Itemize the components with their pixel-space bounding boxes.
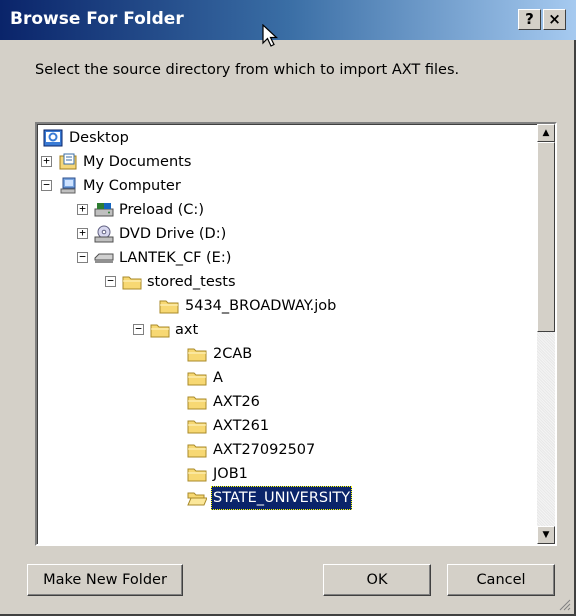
tree-item-label: LANTEK_CF (E:) — [119, 250, 232, 266]
expand-toggle[interactable]: + — [41, 155, 52, 167]
collapse-toggle[interactable]: − — [105, 275, 116, 287]
tree-item-lantek-cf-e[interactable]: − LANTEK_CF (E:) — [77, 246, 233, 270]
collapse-toggle[interactable]: − — [77, 251, 88, 263]
tree-item-desktop[interactable]: Desktop — [41, 126, 131, 150]
mouse-pointer-icon — [262, 24, 279, 47]
tree-item-label: DVD Drive (D:) — [119, 226, 227, 242]
tree-item-label: AXT26 — [213, 394, 260, 410]
expand-toggle[interactable]: + — [77, 227, 88, 239]
expand-toggle[interactable]: + — [77, 203, 88, 215]
collapse-toggle[interactable]: − — [133, 323, 144, 335]
tree-item-label: My Documents — [83, 154, 192, 170]
browse-for-folder-dialog: Browse For Folder ? × Select the source … — [0, 0, 576, 616]
tree-item-label: axt — [175, 322, 199, 338]
tree-item-preload-c[interactable]: + Preload (C:) — [77, 198, 206, 222]
tree-item-label: AXT261 — [213, 418, 270, 434]
scroll-up-button[interactable]: ▲ — [537, 124, 555, 142]
resize-grip-icon[interactable] — [557, 597, 571, 611]
tree-item-my-computer[interactable]: − My Computer — [41, 174, 183, 198]
hard-drive-icon — [94, 203, 114, 217]
folder-icon — [187, 372, 207, 386]
dialog-prompt: Select the source directory from which t… — [35, 62, 460, 78]
tree-item-a[interactable]: A — [187, 366, 225, 390]
tree-item-5434-broadway-job[interactable]: 5434_BROADWAY.job — [159, 294, 338, 318]
desktop-icon — [43, 129, 63, 147]
tree-item-stored-tests[interactable]: − stored_tests — [105, 270, 238, 294]
tree-item-axt261[interactable]: AXT261 — [187, 414, 271, 438]
dvd-drive-icon — [94, 225, 114, 243]
window-title: Browse For Folder — [10, 9, 184, 29]
tree-item-dvd-drive-d[interactable]: + DVD Drive (D:) — [77, 222, 228, 246]
tree-item-label: AXT27092507 — [213, 442, 316, 458]
tree-item-state-university[interactable]: STATE_UNIVERSITY — [187, 486, 353, 510]
tree-item-label-selected: STATE_UNIVERSITY — [211, 486, 353, 510]
tree-item-axt[interactable]: − axt — [133, 318, 200, 342]
tree-item-label: My Computer — [83, 178, 181, 194]
scroll-thumb[interactable] — [537, 142, 555, 332]
close-button[interactable]: × — [543, 9, 566, 30]
folder-icon — [122, 276, 142, 290]
my-computer-icon — [60, 177, 76, 194]
scroll-down-button[interactable]: ▼ — [537, 526, 555, 544]
title-bar[interactable]: Browse For Folder ? × — [0, 0, 576, 40]
folder-icon — [187, 468, 207, 482]
folder-tree[interactable]: Desktop + My Documents − My Computer + P… — [35, 122, 557, 546]
tree-item-label: Desktop — [69, 130, 129, 146]
removable-drive-icon — [94, 253, 114, 263]
tree-item-label: 5434_BROADWAY.job — [185, 298, 337, 314]
tree-item-label: JOB1 — [213, 466, 248, 482]
tree-item-label: A — [213, 370, 223, 386]
make-new-folder-button[interactable]: Make New Folder — [27, 564, 183, 596]
help-button[interactable]: ? — [518, 9, 541, 30]
folder-icon — [187, 444, 207, 458]
folder-icon — [150, 324, 170, 338]
folder-icon — [187, 420, 207, 434]
collapse-toggle[interactable]: − — [41, 179, 52, 191]
my-documents-icon — [59, 153, 77, 170]
tree-item-label: 2CAB — [213, 346, 253, 362]
cancel-button[interactable]: Cancel — [447, 564, 555, 596]
tree-item-job1[interactable]: JOB1 — [187, 462, 250, 486]
tree-item-label: stored_tests — [147, 274, 236, 290]
tree-item-label: Preload (C:) — [119, 202, 204, 218]
folder-icon — [159, 300, 179, 314]
tree-item-axt26[interactable]: AXT26 — [187, 390, 262, 414]
folder-open-icon — [187, 492, 207, 506]
tree-item-my-documents[interactable]: + My Documents — [41, 150, 193, 174]
tree-item-2cab[interactable]: 2CAB — [187, 342, 254, 366]
tree-vertical-scrollbar[interactable]: ▲ ▼ — [537, 124, 555, 544]
tree-item-axt27092507[interactable]: AXT27092507 — [187, 438, 317, 462]
ok-button[interactable]: OK — [323, 564, 431, 596]
folder-icon — [187, 348, 207, 362]
folder-icon — [187, 396, 207, 410]
